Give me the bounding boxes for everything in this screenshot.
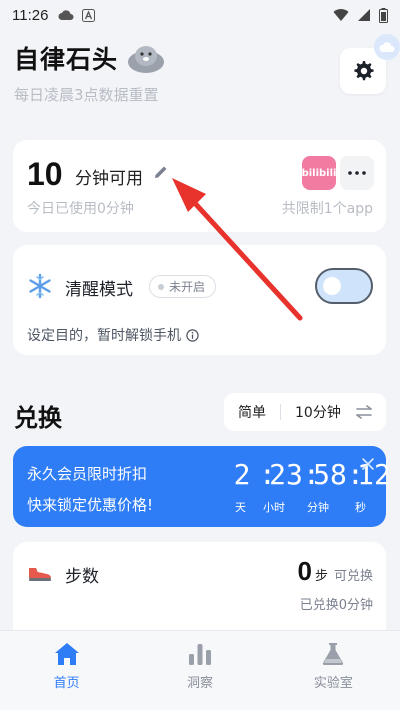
stone-mascot-icon	[128, 46, 165, 73]
nav-item-lab[interactable]: 实验室	[267, 631, 400, 710]
flask-icon	[323, 643, 344, 665]
promo-subtitle: 快来锁定优惠价格!	[27, 496, 154, 514]
status-badge-label: 未开启	[169, 280, 206, 294]
close-icon[interactable]	[362, 458, 374, 470]
label-days: 天	[235, 501, 246, 514]
notification-a-icon	[82, 8, 96, 22]
countdown-colon: :	[259, 458, 276, 491]
page-title: 自律石头	[14, 40, 386, 76]
mode-duration-label[interactable]: 10分钟	[281, 402, 355, 422]
bilibili-label: bilibili	[301, 167, 337, 179]
countdown-hours: 23	[269, 458, 303, 491]
countdown-minutes: 58	[313, 458, 347, 491]
limit-count-text: 共限制1个app	[281, 201, 373, 217]
steps-count: 0	[297, 556, 312, 586]
countdown-colon: :	[303, 458, 320, 491]
app-title-text: 自律石头	[14, 45, 119, 74]
focus-mode-description: 设定目的，暂时解锁手机	[27, 325, 199, 345]
nav-item-insights[interactable]: 洞察	[133, 631, 266, 710]
label-minutes: 分钟	[307, 501, 329, 514]
label-seconds: 秒	[355, 501, 366, 514]
wifi-icon	[333, 9, 349, 21]
cloud-status-icon	[58, 10, 74, 20]
snowflake-icon	[29, 273, 51, 299]
focus-mode-toggle[interactable]	[315, 268, 373, 304]
available-minutes-unit: 分钟可用	[75, 169, 143, 189]
available-time-card: 10 分钟可用 今日已使用0分钟 bilibili 共限制1个app	[13, 140, 386, 232]
vip-promo-banner[interactable]: 永久会员限时折扣 快来锁定优惠价格! 2 : 23 : 58 : 12 天 小时…	[13, 446, 391, 527]
countdown-days: 2	[233, 458, 251, 491]
battery-icon	[379, 7, 388, 23]
more-dots-icon	[348, 171, 366, 175]
more-button[interactable]	[340, 156, 374, 190]
header: 自律石头 每日凌晨3点数据重置	[14, 40, 386, 110]
steps-exchangeable-label: 可兑换	[333, 569, 373, 584]
steps-exchanged-text: 已兑换0分钟	[299, 598, 373, 613]
focus-desc-text: 设定目的，暂时解锁手机	[27, 328, 181, 344]
home-icon	[54, 643, 79, 665]
exchange-mode-switch[interactable]: 简单 10分钟	[224, 393, 386, 431]
mode-simple-label[interactable]: 简单	[224, 402, 280, 422]
nav-label-home: 首页	[53, 676, 80, 691]
focus-mode-title: 清醒模式	[65, 280, 133, 300]
nav-item-home[interactable]: 首页	[0, 631, 133, 710]
info-icon[interactable]	[186, 328, 199, 342]
countdown-colon: :	[347, 458, 364, 491]
gear-icon	[354, 61, 374, 81]
steps-unit: 步	[314, 569, 328, 584]
nav-label-insights: 洞察	[186, 676, 213, 691]
steps-card[interactable]: 步数 0 步 可兑换 已兑换0分钟	[13, 542, 386, 642]
focus-mode-card: 清醒模式 未开启 设定目的，暂时解锁手机	[13, 245, 386, 355]
steps-title: 步数	[65, 567, 99, 587]
status-bar: 11:26	[0, 0, 400, 30]
exchange-section-title: 兑换	[14, 404, 62, 432]
signal-icon	[358, 9, 370, 21]
floating-cloud-button[interactable]	[374, 34, 400, 60]
cloud-icon	[379, 41, 395, 52]
used-today-text: 今日已使用0分钟	[27, 201, 134, 217]
status-dot	[158, 283, 164, 290]
promo-title: 永久会员限时折扣	[27, 465, 148, 483]
shoe-icon	[29, 568, 51, 581]
nav-label-lab: 实验室	[313, 676, 353, 691]
bilibili-app-icon[interactable]: bilibili	[302, 156, 336, 190]
reset-subtitle: 每日凌晨3点数据重置	[14, 86, 159, 104]
edit-pencil-icon[interactable]	[153, 164, 169, 184]
available-minutes-number: 10	[27, 156, 63, 192]
toggle-knob	[323, 277, 341, 295]
status-badge: 未开启	[149, 275, 217, 298]
status-time: 11:26	[12, 6, 49, 24]
swap-icon[interactable]	[356, 405, 372, 419]
label-hours: 小时	[263, 501, 285, 514]
bottom-navigation: 首页 洞察 实验室	[0, 630, 400, 710]
bar-chart-icon	[188, 644, 211, 665]
